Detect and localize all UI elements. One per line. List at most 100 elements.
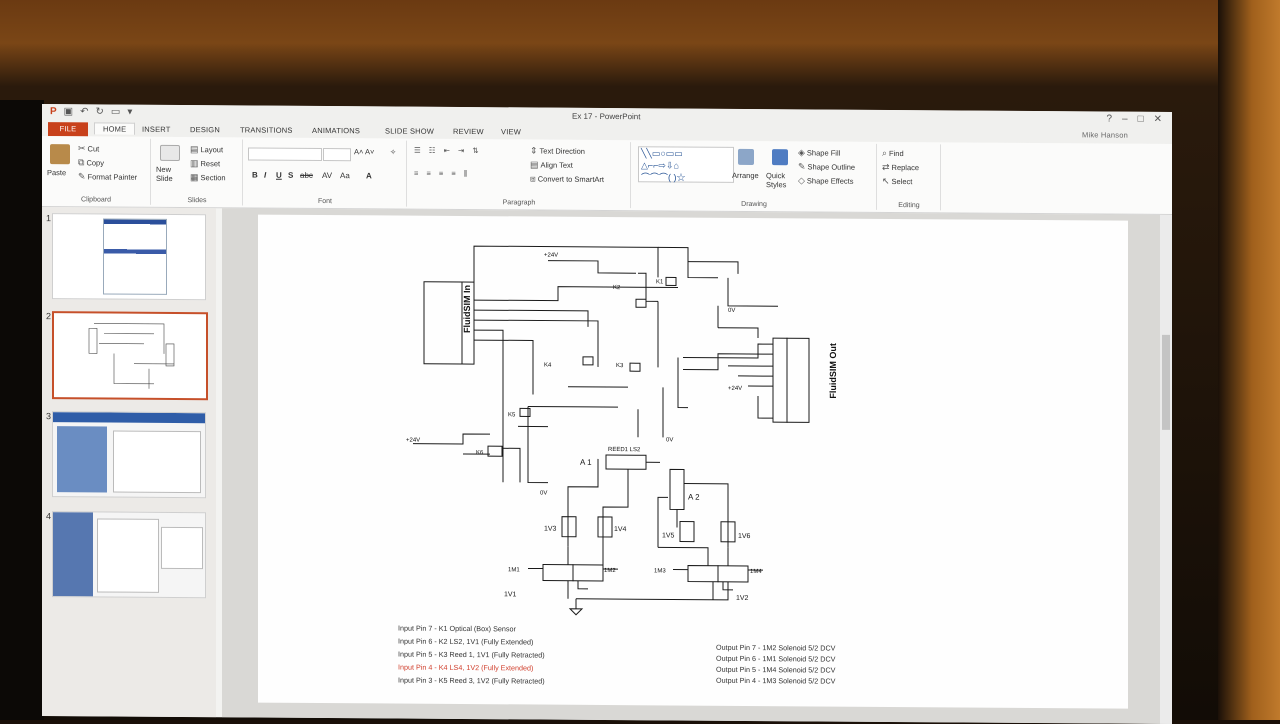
slide-thumbnail-3[interactable] [52,411,206,499]
valve-label: 1V3 [544,526,557,533]
tab-design[interactable]: DESIGN [190,125,220,134]
minimize-button[interactable]: – [1122,114,1128,125]
smartart-icon: ⧈ [530,173,536,184]
pencil-icon: ✎ [798,161,806,172]
customize-qat-icon[interactable]: ▾ [127,107,132,118]
shapes-gallery[interactable]: ╲╲▭○▭▭ △⌐⌐⇨⇩⌂ ⌒⌒⌒( )☆ [638,146,734,183]
shape-outline-button[interactable]: ✎ Shape Outline [798,161,855,172]
new-slide-button[interactable]: New Slide [156,165,186,183]
quick-styles-button[interactable]: Quick Styles [766,171,796,189]
slide-thumbnail-2[interactable] [52,311,208,401]
monitor-bezel-right [1218,0,1280,720]
font-color-button[interactable]: A [366,171,372,180]
output-pin-line: Output Pin 6 - 1M1 Solenoid 5/2 DCV [716,653,836,664]
output-pin-line: Output Pin 5 - 1M4 Solenoid 5/2 DCV [716,664,836,675]
find-button[interactable]: ⌕ Find [882,148,904,159]
copy-button[interactable]: ⧉ Copy [78,157,104,168]
user-name[interactable]: Mike Hanson [1082,130,1128,139]
tab-view[interactable]: VIEW [501,127,521,136]
relay-label: K1 [656,279,664,285]
valve-label: 1V6 [738,533,751,540]
scrollbar-thumb[interactable] [1162,334,1170,430]
shape-effects-button[interactable]: ◇ Shape Effects [798,175,853,186]
presentation-icon[interactable]: ▭ [111,107,120,118]
font-name-box[interactable] [248,147,322,162]
shape-fill-button[interactable]: ◈ Shape Fill [798,147,840,158]
slides-group: New Slide ▤ Layout ▥ Reset ▦ Section Slides [152,138,243,206]
tab-slide-show[interactable]: SLIDE SHOW [385,126,434,135]
fluidsim-in-label: FluidSIM In [462,285,472,333]
paste-icon[interactable] [50,144,70,165]
ground-label: 0V [540,491,547,497]
ground-label: 0V [728,308,735,314]
powerpoint-window: P ▣ ↶ ↻ ▭ ▾ Ex 17 - PowerPoint ? – □ ✕ F… [42,104,1172,724]
quick-styles-icon[interactable] [772,149,788,166]
layout-button[interactable]: ▤ Layout [190,144,223,155]
editing-label: Editing [898,202,920,210]
arrange-icon[interactable] [738,148,754,166]
paste-button[interactable]: Paste [47,168,66,177]
inputs-legend: Input Pin 7 - K1 Optical (Box) Sensor In… [398,622,545,688]
shadow-button[interactable]: S [288,171,293,180]
help-button[interactable]: ? [1106,113,1112,124]
ground-label: 0V [666,437,673,443]
select-button[interactable]: ↖ Select [882,176,912,187]
tab-transitions[interactable]: TRANSITIONS [240,125,293,134]
clear-format-icon[interactable]: ✧ [390,147,396,156]
convert-smartart-button[interactable]: ⧈ Convert to SmartArt [530,173,604,185]
tab-file[interactable]: FILE [48,122,88,137]
grow-font-icon[interactable]: A˄ A˅ [354,147,374,156]
italic-button[interactable]: I [264,171,266,180]
slides-label: Slides [187,197,207,205]
change-case-button[interactable]: Aa [340,171,350,180]
align-text-button[interactable]: ▤ Align Text [530,159,573,170]
font-label: Font [317,197,332,206]
tab-insert[interactable]: INSERT [142,125,171,134]
format-painter-button[interactable]: ✎ Format Painter [78,171,137,182]
vertical-scrollbar[interactable] [1160,214,1172,724]
spacing-button[interactable]: AV [322,171,332,180]
slide-thumbnail-4[interactable] [52,511,206,599]
relay-label: K4 [544,363,552,369]
slide-canvas[interactable]: FluidSIM In FluidSIM Out +24V +24V +24V … [258,214,1128,709]
slide-number: 3 [46,411,52,422]
align-icons[interactable]: ≡ ≡ ≡ ≡ ⫼ [414,169,470,179]
valve-label: 1V2 [736,595,749,602]
relay-label: K2 [613,285,621,291]
redo-icon[interactable]: ↻ [96,106,104,117]
slide-thumbnail-1[interactable] [52,213,206,301]
arrange-button[interactable]: Arrange [732,171,759,180]
font-size-box[interactable] [323,148,351,162]
close-button[interactable]: ✕ [1154,114,1162,125]
supply-label: +24V [406,438,420,444]
tab-animations[interactable]: ANIMATIONS [312,126,360,135]
relay-label: K5 [508,412,516,418]
cursor-icon: ↖ [882,175,890,186]
reset-button[interactable]: ▥ Reset [190,158,220,169]
slide-number: 4 [46,511,52,522]
input-pin-line: Input Pin 5 - K3 Reed 1, 1V1 (Fully Retr… [398,649,545,660]
section-button[interactable]: ▦ Section [190,172,226,183]
tab-review[interactable]: REVIEW [453,127,484,136]
undo-icon[interactable]: ↶ [80,106,88,117]
list-icons[interactable]: ☰ ☷ ⇤ ⇥ ⇅ [414,146,482,155]
cut-button[interactable]: ✂ Cut [78,143,99,154]
copy-icon: ⧉ [78,157,85,168]
valve-label: 1V5 [662,532,675,539]
solenoid-label: 1M3 [654,568,666,574]
effects-icon: ◇ [798,175,805,186]
thumbnail-circuit-preview [88,323,175,389]
relay-label: K3 [616,363,624,369]
strikethrough-button[interactable]: abc [300,171,313,180]
bold-button[interactable]: B [252,171,258,180]
maximize-button[interactable]: □ [1138,114,1144,125]
binoculars-icon: ⌕ [882,147,888,158]
circuit-wires [413,245,810,616]
tab-home[interactable]: HOME [94,122,136,135]
underline-button[interactable]: U [276,171,282,180]
text-direction-button[interactable]: ⇕ Text Direction [530,145,585,156]
new-slide-icon[interactable] [160,144,180,162]
replace-button[interactable]: ⇄ Replace [882,162,919,173]
drawing-label: Drawing [741,200,767,209]
save-icon[interactable]: ▣ [64,106,73,117]
